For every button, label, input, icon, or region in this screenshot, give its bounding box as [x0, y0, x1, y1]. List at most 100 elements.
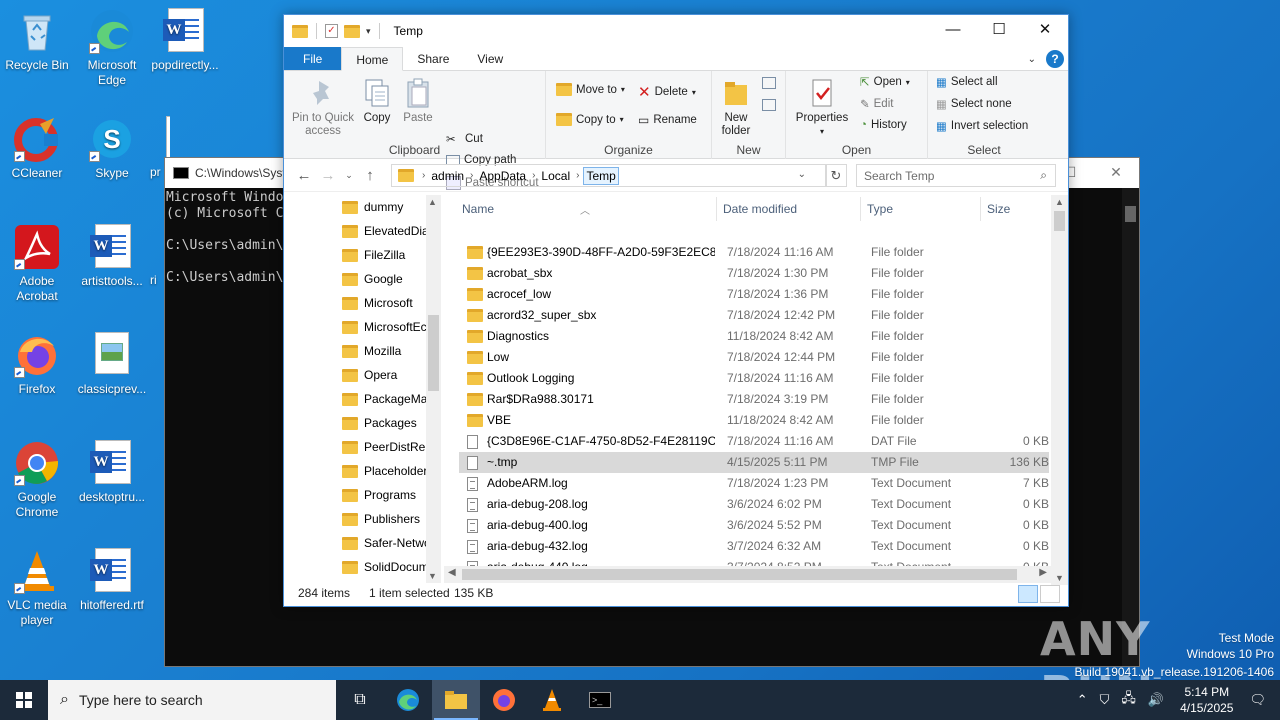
- open-button[interactable]: ⇱ Open ▾: [860, 75, 910, 89]
- chevron-right-icon[interactable]: ›: [576, 170, 579, 181]
- chevron-right-icon[interactable]: ›: [470, 170, 473, 181]
- nav-item[interactable]: Safer-Netwo: [342, 531, 431, 555]
- desktop-icon-google-chrome[interactable]: Google Chrome: [0, 440, 74, 520]
- new-folder-quick-icon[interactable]: [344, 24, 360, 38]
- nav-item[interactable]: Mozilla: [342, 339, 401, 363]
- nav-item[interactable]: Opera: [342, 363, 397, 387]
- copy-button[interactable]: Copy: [360, 77, 394, 125]
- desktop-icon-skype[interactable]: S Skype: [75, 116, 149, 181]
- task-view-button[interactable]: ⧉: [336, 680, 384, 720]
- edit-button[interactable]: ✎ Edit: [860, 97, 893, 111]
- tab-home[interactable]: Home: [341, 47, 404, 71]
- taskbar-cmd[interactable]: >_: [576, 680, 624, 720]
- nav-item[interactable]: Publishers: [342, 507, 420, 531]
- desktop-icon-recycle-bin[interactable]: Recycle Bin: [0, 8, 74, 73]
- security-icon[interactable]: ⛉: [1100, 692, 1110, 708]
- file-row[interactable]: ~.tmp 4/15/2025 5:11 PM TMP File 136 KB: [459, 452, 1049, 473]
- taskbar-firefox[interactable]: [480, 680, 528, 720]
- nav-item[interactable]: MicrosoftEc: [342, 315, 427, 339]
- file-list-scrollbar[interactable]: ▲ ▼: [1051, 195, 1068, 585]
- nav-item[interactable]: PackageMa: [342, 387, 427, 411]
- refresh-icon[interactable]: ↻: [825, 164, 847, 187]
- close-icon[interactable]: ✕: [1093, 158, 1139, 188]
- breadcrumb-appdata[interactable]: AppData: [479, 169, 526, 183]
- column-size[interactable]: Size: [987, 202, 1010, 216]
- nav-item[interactable]: SolidDocum: [342, 555, 429, 579]
- pin-to-quick-access-button[interactable]: Pin to Quick access: [288, 77, 358, 138]
- tab-file[interactable]: File: [284, 47, 342, 70]
- forward-icon[interactable]: →: [316, 167, 340, 184]
- explorer-window[interactable]: ✓ ▾ Temp — ☐ ✕ File Home Share View ⌄ ? …: [283, 14, 1069, 607]
- easy-access-icon[interactable]: [762, 99, 776, 111]
- volume-icon[interactable]: 🔊: [1148, 692, 1164, 708]
- file-row[interactable]: acrobat_sbx 7/18/2024 1:30 PM File folder: [459, 263, 1049, 284]
- help-icon[interactable]: ?: [1046, 50, 1064, 68]
- cmd-scrollbar[interactable]: [1122, 188, 1139, 666]
- copy-to-button[interactable]: Copy to ▾: [556, 113, 624, 126]
- back-icon[interactable]: ←: [292, 167, 316, 184]
- desktop-icon-desktoptru[interactable]: W desktoptru...: [75, 440, 149, 505]
- file-row[interactable]: acrord32_super_sbx 7/18/2024 12:42 PM File…: [459, 305, 1049, 326]
- search-input[interactable]: Search Temp ⌕: [856, 164, 1056, 187]
- desktop-icon-firefox[interactable]: Firefox: [0, 332, 74, 397]
- address-bar[interactable]: › admin › AppData › Local › Temp ⌄: [391, 164, 827, 187]
- chevron-right-icon[interactable]: ›: [422, 170, 425, 181]
- file-row[interactable]: VBE 11/18/2024 8:42 AM File folder: [459, 410, 1049, 431]
- large-icons-view-icon[interactable]: [1040, 585, 1060, 603]
- nav-item[interactable]: Programs: [342, 483, 416, 507]
- nav-item[interactable]: Placeholder: [342, 459, 427, 483]
- close-icon[interactable]: ✕: [1022, 15, 1068, 45]
- up-icon[interactable]: ↑: [358, 167, 382, 184]
- taskbar-vlc[interactable]: [528, 680, 576, 720]
- network-icon[interactable]: 🖧: [1121, 689, 1136, 711]
- delete-button[interactable]: ✕ Delete ▾: [638, 83, 696, 101]
- paste-button[interactable]: Paste: [400, 77, 436, 125]
- file-row[interactable]: Low 7/18/2024 12:44 PM File folder: [459, 347, 1049, 368]
- breadcrumb-admin[interactable]: admin: [431, 169, 464, 183]
- column-date-modified[interactable]: Date modified: [723, 202, 797, 216]
- nav-item[interactable]: PeerDistRep: [342, 435, 432, 459]
- properties-button[interactable]: Properties ▾: [792, 77, 852, 138]
- invert-selection-button[interactable]: ▦ Invert selection: [936, 119, 1028, 133]
- file-row[interactable]: {9EE293E3-390D-48FF-A2D0-59F3E2EC88... 7/…: [459, 242, 1049, 263]
- column-type[interactable]: Type: [867, 202, 893, 216]
- nav-item[interactable]: FileZilla: [342, 243, 405, 267]
- desktop-icon-artisttools[interactable]: W artisttools...: [75, 224, 149, 289]
- select-all-button[interactable]: ▦ Select all: [936, 75, 998, 89]
- rename-button[interactable]: ▭ Rename: [638, 113, 697, 127]
- navigation-pane[interactable]: dummy ElevatedDia FileZilla Google Microsoft…: [284, 193, 440, 585]
- desktop-icon-adobe-acrobat[interactable]: Adobe Acrobat: [0, 224, 74, 304]
- new-item-icon[interactable]: [762, 77, 776, 89]
- file-row[interactable]: aria-debug-432.log 3/7/2024 6:32 AM Text D…: [459, 536, 1049, 557]
- recent-locations-icon[interactable]: ⌄: [340, 170, 358, 181]
- history-button[interactable]: ◔ History: [860, 119, 907, 131]
- file-row[interactable]: Diagnostics 11/18/2024 8:42 AM File folder: [459, 326, 1049, 347]
- taskbar-file-explorer[interactable]: [432, 680, 480, 720]
- nav-item[interactable]: dummy: [342, 195, 403, 219]
- move-to-button[interactable]: Move to ▾: [556, 83, 625, 96]
- start-button[interactable]: [0, 680, 48, 720]
- tab-share[interactable]: Share: [403, 47, 463, 70]
- file-row[interactable]: {C3D8E96E-C1AF-4750-8D52-F4E28119C1... 7/…: [459, 431, 1049, 452]
- file-row[interactable]: aria-debug-400.log 3/6/2024 5:52 PM Text D…: [459, 515, 1049, 536]
- chevron-down-icon[interactable]: ▾: [366, 26, 371, 37]
- chevron-down-icon[interactable]: ⌄: [798, 169, 806, 180]
- desktop-icon-ccleaner[interactable]: CCleaner: [0, 116, 74, 181]
- taskbar-search[interactable]: ⌕ Type here to search: [48, 680, 336, 720]
- new-folder-button[interactable]: New folder: [716, 77, 756, 138]
- breadcrumb-temp[interactable]: Temp: [583, 166, 619, 185]
- desktop-icon-edge[interactable]: Microsoft Edge: [75, 8, 149, 88]
- nav-item[interactable]: ElevatedDia: [342, 219, 429, 243]
- breadcrumb-local[interactable]: Local: [541, 169, 570, 183]
- nav-scrollbar[interactable]: ▲ ▼: [426, 195, 441, 583]
- taskbar-edge[interactable]: [384, 680, 432, 720]
- column-name[interactable]: Name: [462, 202, 494, 216]
- properties-quick-icon[interactable]: ✓: [325, 24, 338, 38]
- details-view-icon[interactable]: [1018, 585, 1038, 603]
- clock[interactable]: 5:14 PM 4/15/2025: [1180, 684, 1233, 716]
- desktop-icon-vlc[interactable]: VLC media player: [0, 548, 74, 628]
- nav-item[interactable]: Packages: [342, 411, 417, 435]
- chevron-right-icon[interactable]: ›: [532, 170, 535, 181]
- file-row[interactable]: Rar$DRa988.30171 7/18/2024 3:19 PM File fo…: [459, 389, 1049, 410]
- tab-view[interactable]: View: [463, 47, 517, 70]
